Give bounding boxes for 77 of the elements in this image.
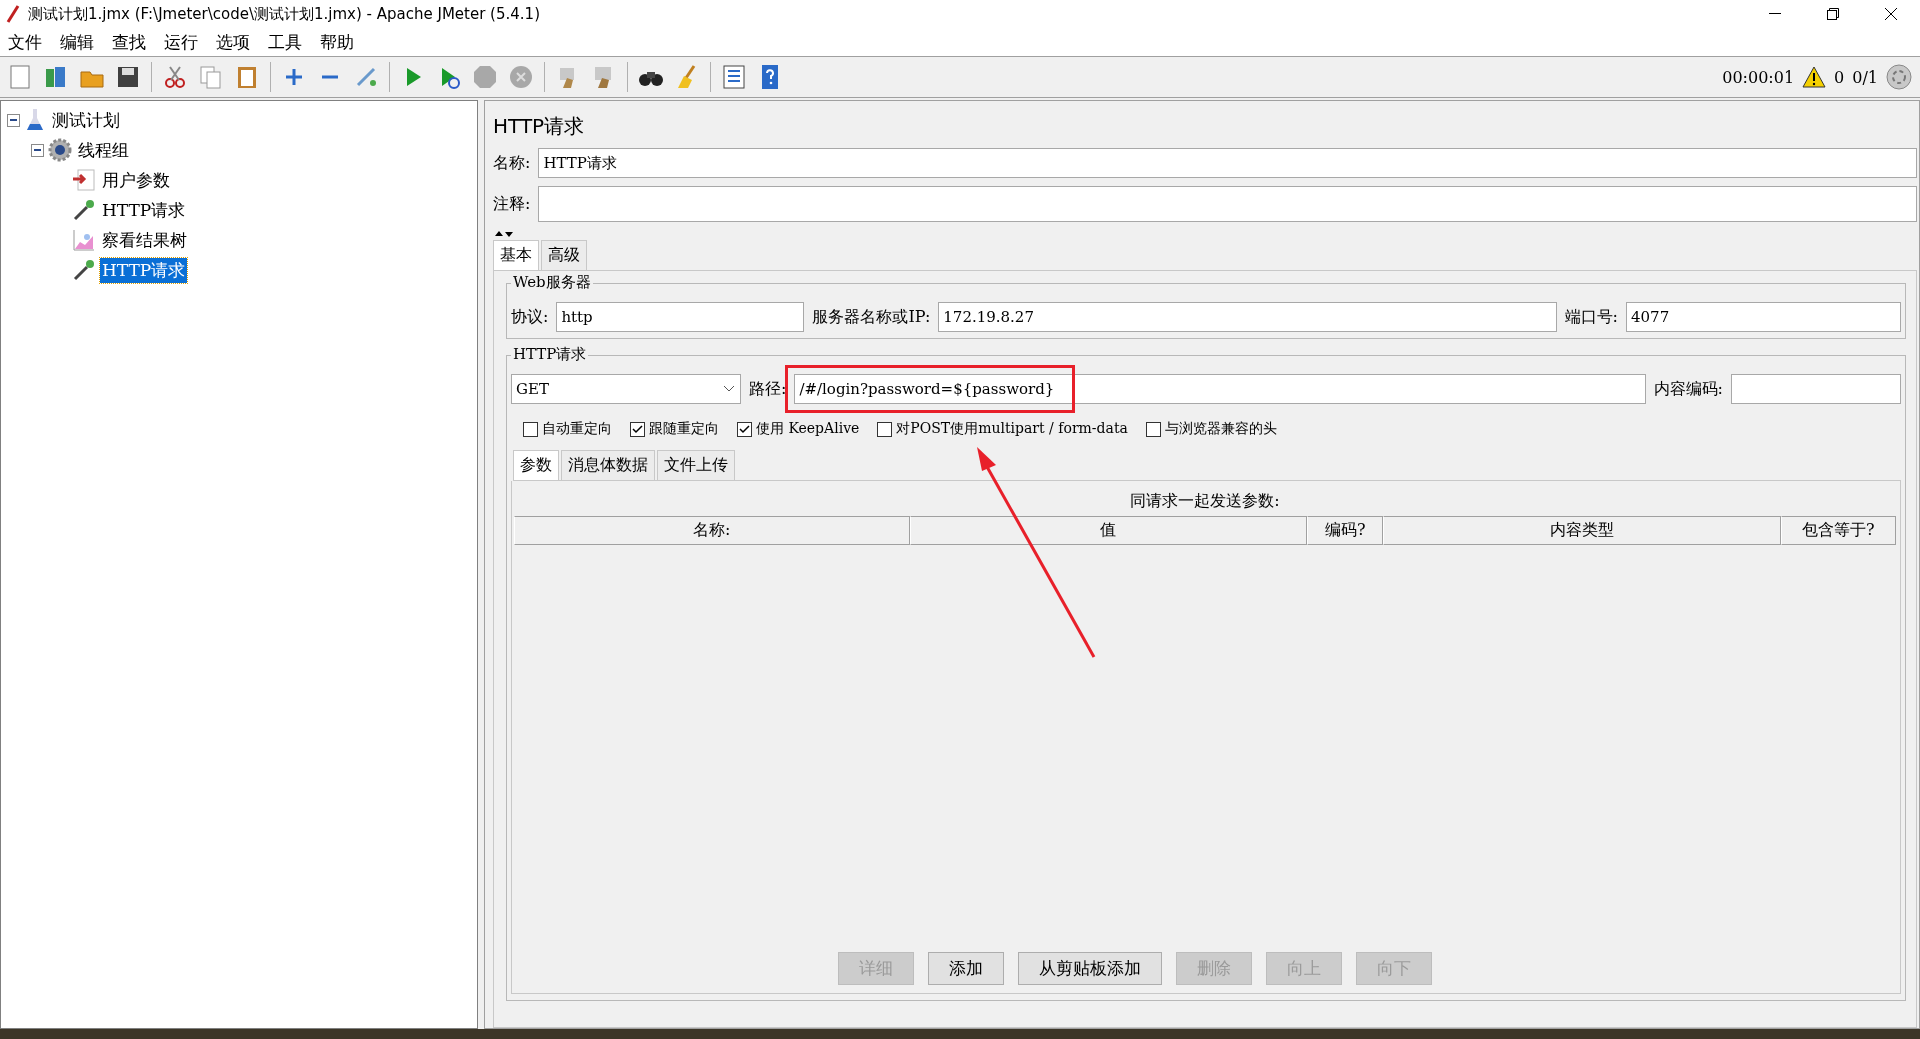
document-arrow-icon — [72, 168, 96, 192]
tree-item[interactable]: 线程组 — [76, 137, 131, 163]
thread-count: 0/1 — [1852, 67, 1878, 87]
menu-item[interactable]: 编辑 — [58, 30, 96, 54]
menu-item[interactable]: 查找 — [110, 30, 148, 54]
checkbox[interactable]: 对POST使用multipart / form-data — [877, 420, 1128, 438]
field-label: 名称: — [493, 152, 531, 174]
stop-icon[interactable] — [472, 64, 498, 90]
tree-item[interactable]: HTTP请求 — [100, 257, 188, 283]
action-button[interactable]: 添加 — [928, 952, 1004, 985]
pipette-icon — [72, 198, 96, 222]
server-field[interactable]: 172.19.8.27 — [938, 302, 1557, 332]
chart-icon — [72, 228, 96, 252]
split-arrows-icon[interactable] — [495, 230, 515, 238]
checkmark-icon — [632, 424, 643, 434]
field-label: 协议: — [511, 306, 549, 328]
new-file-icon[interactable] — [7, 64, 33, 90]
stop-icon[interactable] — [508, 64, 534, 90]
flask-icon — [24, 108, 46, 132]
checkbox[interactable]: 与浏览器兼容的头 — [1145, 420, 1277, 438]
panel-title: HTTP请求 — [493, 113, 586, 140]
column-header[interactable]: 包含等于? — [1780, 516, 1896, 545]
tree-item[interactable]: 察看结果树 — [100, 227, 189, 253]
column-header[interactable]: 值 — [909, 516, 1308, 545]
tree-item[interactable]: 用户参数 — [100, 167, 172, 193]
method-dropdown[interactable]: GET — [511, 374, 741, 404]
elapsed-time: 00:00:01 — [1722, 67, 1795, 87]
tab[interactable]: 参数 — [513, 450, 559, 480]
path-field[interactable]: /#/login?password=${password} — [794, 374, 1646, 404]
checkmark-icon — [739, 424, 750, 434]
status-indicator-icon — [1886, 64, 1912, 90]
port-field[interactable]: 4077 — [1626, 302, 1901, 332]
tree-item[interactable]: HTTP请求 — [100, 197, 188, 223]
menu-item[interactable]: 文件 — [6, 30, 44, 54]
chevron-down-icon — [724, 386, 734, 392]
close-icon — [1885, 8, 1897, 20]
collapse-toggle[interactable] — [7, 113, 20, 127]
field-label: 内容编码: — [1653, 378, 1723, 400]
column-header[interactable]: 名称: — [514, 516, 910, 545]
gear-icon — [48, 138, 72, 162]
pipette-icon — [72, 258, 96, 282]
checkbox[interactable]: 使用 KeepAlive — [737, 420, 860, 438]
warning-icon[interactable] — [1802, 66, 1827, 88]
field-label: 注释: — [493, 193, 531, 215]
minimize-icon — [1769, 13, 1781, 15]
column-header[interactable]: 编码? — [1307, 516, 1384, 545]
column-header[interactable]: 内容类型 — [1383, 516, 1781, 545]
checkbox[interactable]: 自动重定向 — [523, 420, 612, 438]
collapse-toggle[interactable] — [31, 143, 44, 157]
scissors-icon[interactable] — [162, 64, 188, 90]
tab[interactable]: 文件上传 — [657, 450, 735, 480]
name-field[interactable]: HTTP请求 — [538, 148, 1917, 178]
window-title: 测试计划1.jmx (F:\Jmeter\code\测试计划1.jmx) - Apache JMeter (5.4.1) — [28, 4, 541, 24]
group-title: HTTP请求 — [511, 345, 589, 364]
tab[interactable]: 消息体数据 — [561, 450, 655, 480]
list-icon[interactable] — [721, 64, 747, 90]
menu-item[interactable]: 帮助 — [318, 30, 356, 54]
menu-item[interactable]: 工具 — [266, 30, 304, 54]
warning-count: 0 — [1834, 67, 1845, 87]
field-label: 端口号: — [1564, 306, 1618, 328]
protocol-field[interactable]: http — [556, 302, 805, 332]
table-title: 同请求一起发送参数: — [1130, 491, 1280, 510]
field-label: 服务器名称或IP: — [812, 306, 931, 328]
feather-icon — [6, 5, 20, 23]
field-label: 路径: — [749, 378, 787, 400]
menu-item[interactable]: 运行 — [162, 30, 200, 54]
save-icon[interactable] — [115, 64, 141, 90]
restore-icon — [1827, 8, 1839, 20]
tab[interactable]: 高级 — [541, 240, 587, 270]
comment-field[interactable] — [538, 186, 1917, 222]
encoding-field[interactable] — [1731, 374, 1901, 404]
checkbox[interactable]: 跟随重定向 — [630, 420, 719, 438]
action-button[interactable]: 从剪贴板添加 — [1018, 952, 1162, 985]
menu-item[interactable]: 选项 — [214, 30, 252, 54]
tab[interactable]: 基本 — [493, 240, 539, 270]
group-title: Web服务器 — [511, 273, 593, 292]
tree-item[interactable]: 测试计划 — [50, 107, 122, 133]
